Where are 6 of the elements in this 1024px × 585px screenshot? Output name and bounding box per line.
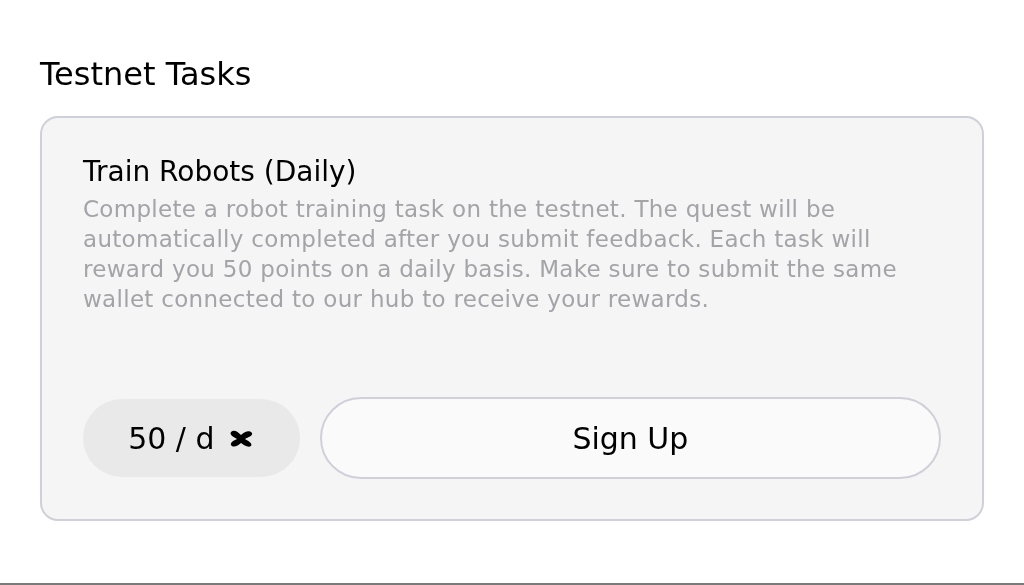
sign-up-button[interactable]: Sign Up — [319, 397, 941, 479]
task-title: Train Robots (Daily) — [83, 154, 357, 190]
task-description: Complete a robot training task on the testnet. The quest will be automatically completed after you submit feedback. Each task will reward you 50 points on a daily basis. Make sure to submit the same wallet connected to our hub to receive your rewards. — [83, 195, 898, 314]
section-title: Testnet Tasks — [40, 54, 252, 95]
points-icon — [228, 428, 255, 448]
reward-amount: 50 / d — [128, 419, 215, 458]
